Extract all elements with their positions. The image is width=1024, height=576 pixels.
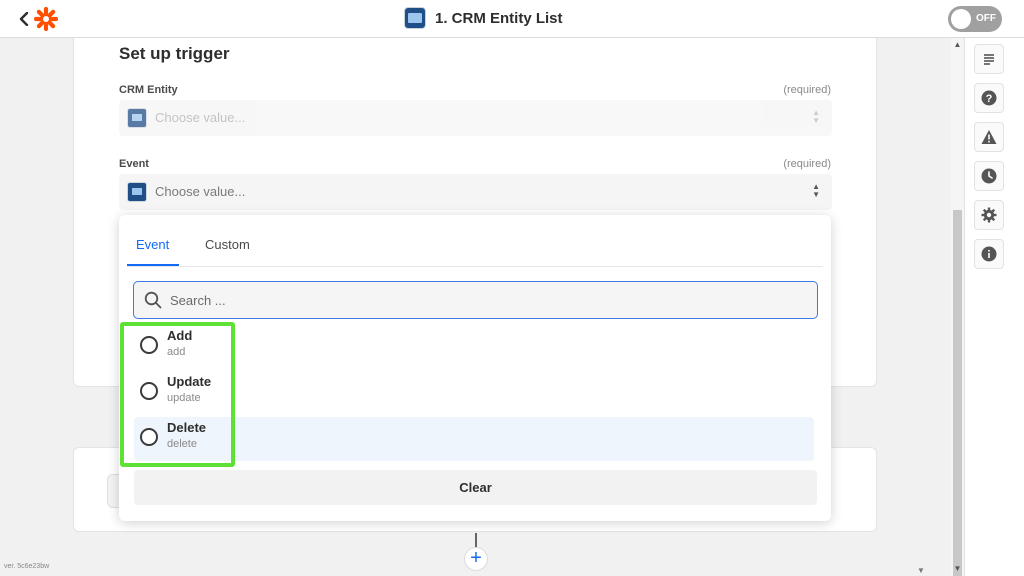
details-icon[interactable] bbox=[974, 44, 1004, 74]
option-label: Add bbox=[167, 328, 193, 343]
step-title-group: 1. CRM Entity List bbox=[404, 7, 563, 29]
option-label: Update bbox=[167, 374, 212, 389]
search-icon bbox=[144, 291, 162, 309]
main-scrollbar[interactable]: ▲ ▼ bbox=[951, 38, 964, 576]
step-connector bbox=[475, 533, 477, 547]
step-title: 1. CRM Entity List bbox=[435, 9, 563, 27]
bitrix24-app-icon bbox=[127, 182, 147, 202]
tab-event[interactable]: Event bbox=[136, 237, 169, 252]
event-required: (required) bbox=[783, 158, 831, 170]
radio-icon bbox=[140, 336, 158, 354]
scroll-down-icon[interactable]: ▼ bbox=[953, 564, 962, 574]
toggle-knob bbox=[951, 9, 971, 29]
option-add[interactable]: Add add bbox=[134, 325, 814, 369]
event-placeholder: Choose value... bbox=[155, 184, 246, 199]
crm-entity-required: (required) bbox=[783, 84, 831, 96]
search-input[interactable]: Search ... bbox=[133, 281, 818, 319]
right-sidebar: ? bbox=[964, 38, 1024, 576]
option-label: Delete bbox=[167, 420, 207, 435]
crm-entity-select[interactable]: Choose value... ▲ ▼ bbox=[119, 100, 832, 136]
scroll-thumb[interactable] bbox=[953, 210, 962, 576]
top-bar: 1. CRM Entity List OFF bbox=[0, 0, 1024, 38]
event-select[interactable]: Choose value... ▲ ▼ bbox=[119, 174, 832, 210]
version-label: ver. 5c6e23bw bbox=[4, 563, 50, 570]
option-delete[interactable]: Delete delete bbox=[134, 417, 814, 461]
settings-icon[interactable] bbox=[974, 200, 1004, 230]
option-update[interactable]: Update update bbox=[134, 371, 814, 415]
info-icon[interactable] bbox=[974, 239, 1004, 269]
scroll-up-icon[interactable]: ▲ bbox=[953, 40, 962, 50]
active-tab-indicator bbox=[127, 264, 179, 266]
bitrix24-app-icon bbox=[404, 7, 426, 29]
warning-icon[interactable] bbox=[974, 122, 1004, 152]
zapier-logo-icon[interactable] bbox=[34, 7, 58, 31]
toggle-label: OFF bbox=[976, 13, 996, 24]
dropdown-tabs: Event Custom bbox=[127, 215, 823, 267]
bitrix24-app-icon bbox=[127, 108, 147, 128]
select-arrows-icon: ▲ ▼ bbox=[812, 108, 820, 125]
section-title: Set up trigger bbox=[119, 44, 230, 63]
radio-icon bbox=[140, 428, 158, 446]
radio-icon bbox=[140, 382, 158, 400]
add-step-button[interactable]: + bbox=[464, 547, 488, 571]
history-icon[interactable] bbox=[974, 161, 1004, 191]
clear-button[interactable]: Clear bbox=[134, 470, 817, 505]
svg-text:?: ? bbox=[986, 93, 993, 105]
canvas-scroll-down-icon[interactable]: ▼ bbox=[917, 566, 925, 575]
zap-on-off-toggle[interactable]: OFF bbox=[948, 6, 1002, 32]
option-value: add bbox=[167, 346, 186, 358]
back-arrow-icon[interactable] bbox=[14, 8, 34, 30]
event-label: Event bbox=[119, 158, 149, 170]
select-arrows-icon: ▲ ▼ bbox=[812, 182, 820, 199]
event-dropdown: Event Custom Search ... Add add Update u… bbox=[119, 215, 831, 521]
option-value: delete bbox=[167, 438, 197, 450]
tab-custom[interactable]: Custom bbox=[205, 237, 250, 252]
crm-entity-label: CRM Entity bbox=[119, 84, 178, 96]
search-placeholder: Search ... bbox=[170, 293, 226, 308]
crm-entity-placeholder: Choose value... bbox=[155, 110, 246, 125]
option-value: update bbox=[167, 392, 201, 404]
help-icon[interactable]: ? bbox=[974, 83, 1004, 113]
